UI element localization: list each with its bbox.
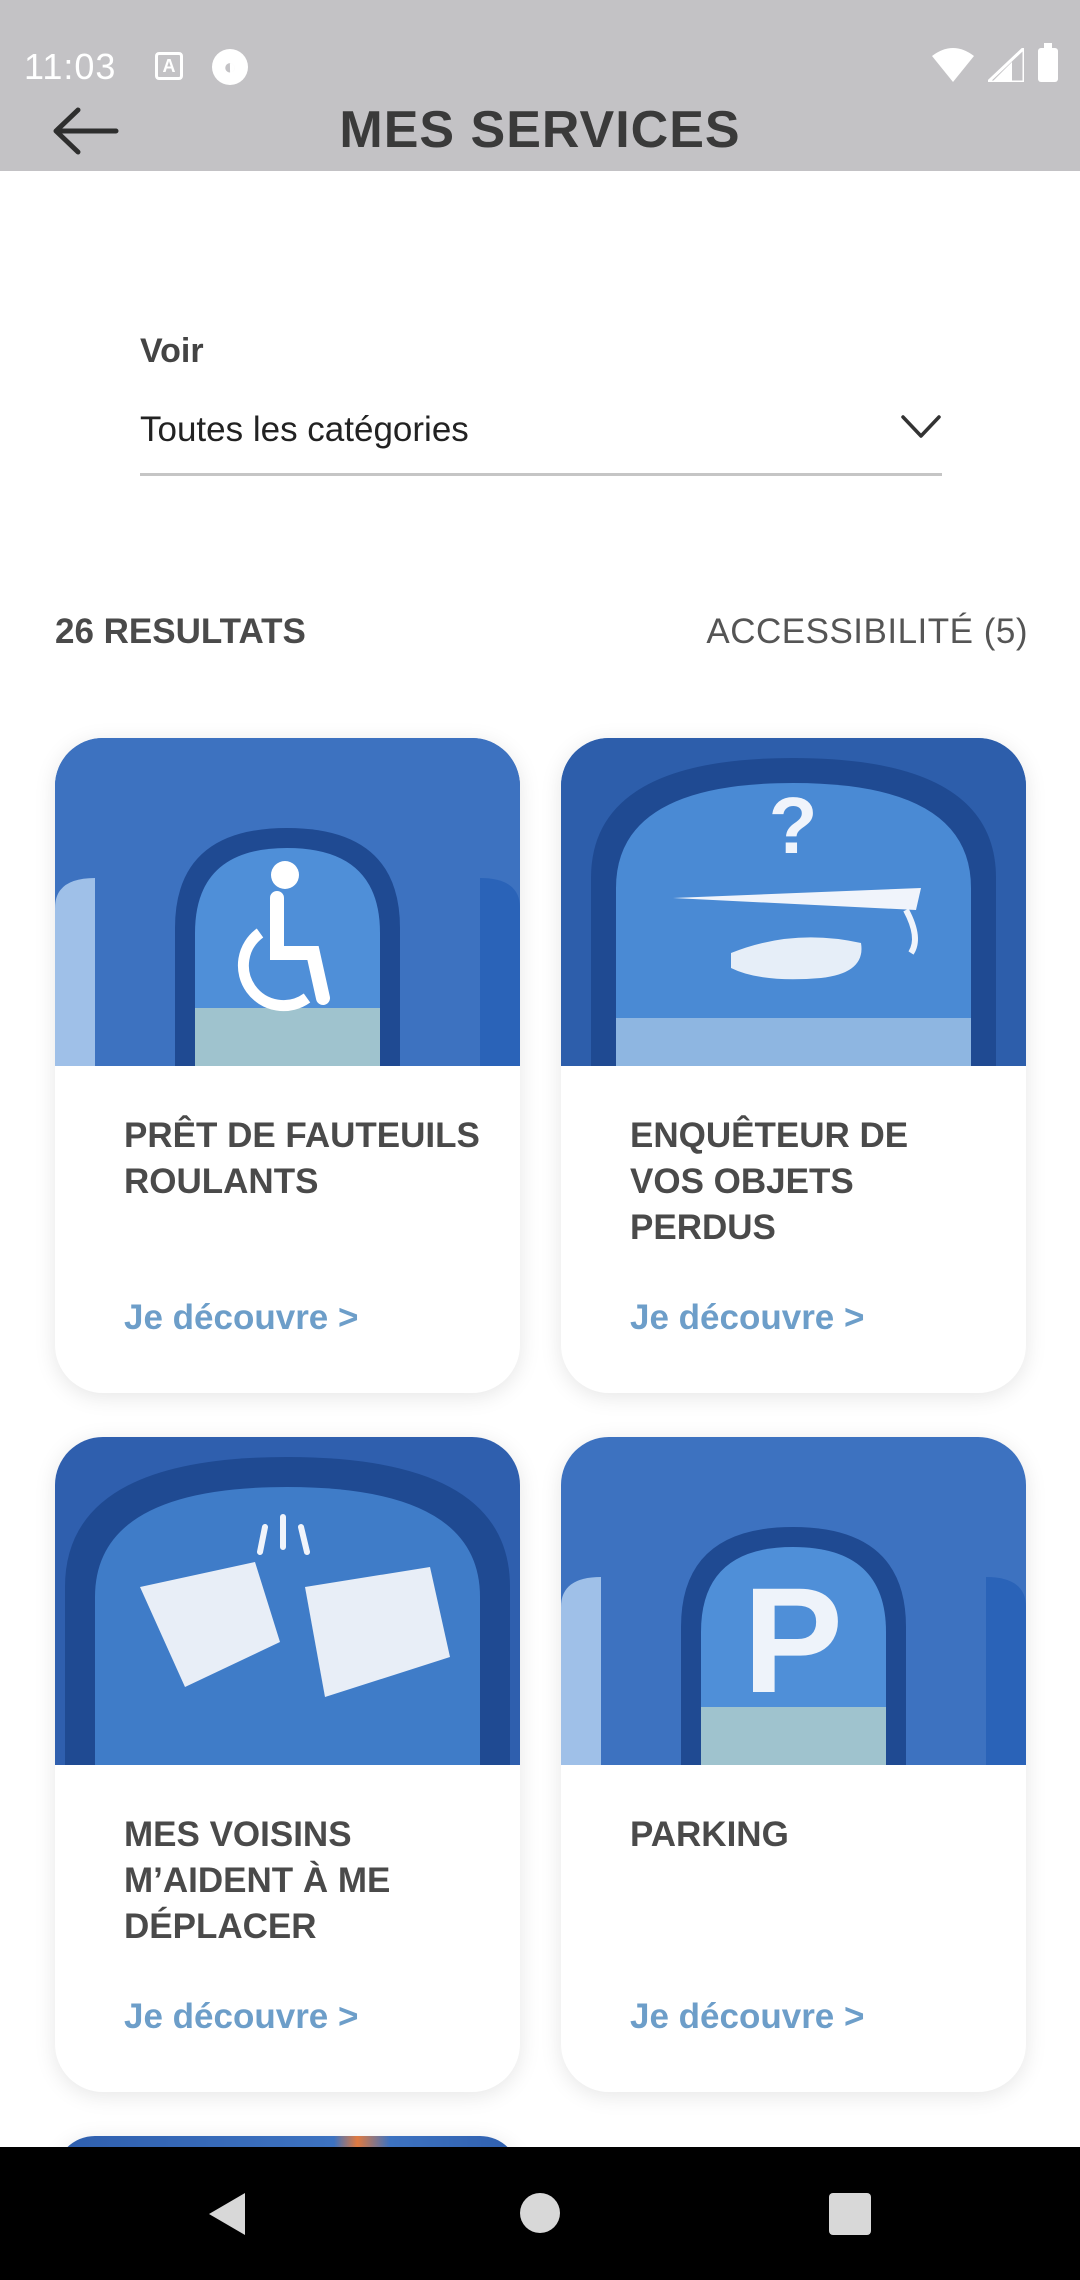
chevron-down-icon [901,415,941,438]
category-select[interactable]: Toutes les catégories [140,402,942,476]
service-card[interactable]: PRÊT DE FAUTEUILS ROULANTS Je découvre > [55,738,520,1393]
wifi-icon [932,48,974,82]
nav-back-icon[interactable] [205,2189,249,2239]
service-card[interactable]: MES VOISINS M’AIDENT À ME DÉPLACER Je dé… [55,1437,520,2092]
wheelchair-icon [55,738,520,1066]
lost-objects-icon: ? [561,738,1026,1066]
svg-text:?: ? [769,781,818,870]
service-card[interactable]: ? ENQUÊTEUR DE VOS OBJETS PERDUS Je déco… [561,738,1026,1393]
handshake-icon [55,1437,520,1765]
discover-link[interactable]: Je découvre > [630,1997,864,2037]
signal-icon [988,48,1024,82]
card-title: ENQUÊTEUR DE VOS OBJETS PERDUS [630,1116,909,1247]
card-title: PRÊT DE FAUTEUILS ROULANTS [124,1116,480,1201]
card-title: PARKING [630,1815,789,1854]
battery-icon [1038,43,1058,82]
card-title: MES VOISINS M’AIDENT À ME DÉPLACER [124,1815,391,1946]
svg-text:P: P [743,1556,843,1724]
service-card[interactable]: P PARKING Je découvre > [561,1437,1026,2092]
parking-icon: P [561,1437,1026,1765]
notification-a-icon: A [155,52,183,80]
status-time: 11:03 [24,46,117,87]
results-count: 26 RESULTATS [55,612,306,651]
nav-home-icon[interactable] [520,2193,560,2233]
page-title: MES SERVICES [339,101,741,159]
discover-link[interactable]: Je découvre > [630,1298,864,1338]
discover-link[interactable]: Je découvre > [124,1997,358,2037]
status-icons [932,43,1058,82]
notification-app-icon: ◐ [212,49,248,85]
filter-label: Voir [140,332,204,370]
system-nav-bar [0,2147,1080,2280]
discover-link[interactable]: Je découvre > [124,1298,358,1338]
app-bar: 11:03 A ◐ MES SERVICES [0,0,1080,171]
nav-recents-icon[interactable] [829,2193,871,2235]
active-filter-label[interactable]: ACCESSIBILITÉ (5) [706,612,1028,652]
category-select-value: Toutes les catégories [140,410,469,449]
